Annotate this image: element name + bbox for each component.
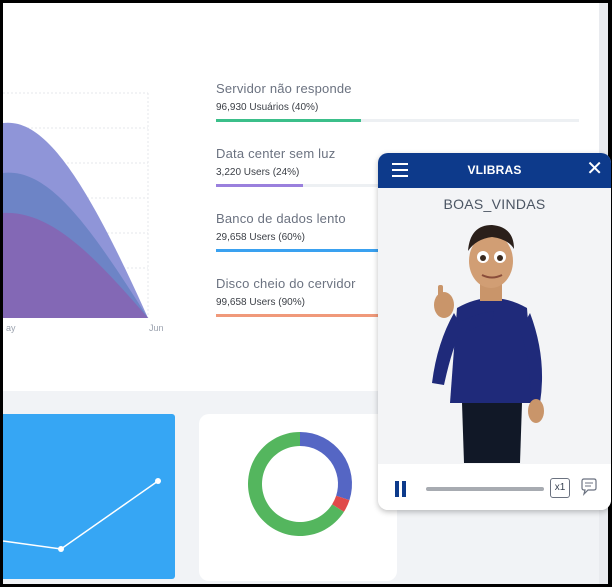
progress-track [216,119,579,122]
progress-subtitle: 96,930 Usuários (40%) [216,102,319,113]
close-icon[interactable]: ✕ [586,159,603,179]
playback-slider[interactable] [426,487,544,491]
gloss-caption: BOAS_VINDAS [443,196,546,212]
vlibras-widget: VLIBRAS ✕ BOAS_VINDAS x1 [378,153,611,510]
line-chart [3,478,161,552]
player-controls: x1 [378,464,611,510]
vlibras-title: VLIBRAS [467,163,522,177]
donut-slice [300,432,352,501]
progress-fill [216,184,304,187]
vlibras-header: VLIBRAS ✕ [378,153,611,188]
donut-chart [248,432,352,536]
area-chart: ay Jun [3,92,164,333]
sign-language-avatar [432,225,544,463]
progress-fill [216,119,362,122]
x-tick-label: ay [6,323,16,333]
x-tick-label: Jun [149,323,164,333]
progress-item: Servidor não responde 96,930 Usuários (4… [216,81,586,146]
progress-title: Servidor não responde [216,81,352,96]
data-point [155,478,161,484]
line-chart-card [3,414,175,579]
donut-chart-card [199,414,397,581]
speech-bubble-icon[interactable] [579,477,599,497]
line-series [3,480,159,550]
pause-icon[interactable] [395,481,406,497]
data-point [58,546,64,552]
speed-button[interactable]: x1 [550,478,570,498]
